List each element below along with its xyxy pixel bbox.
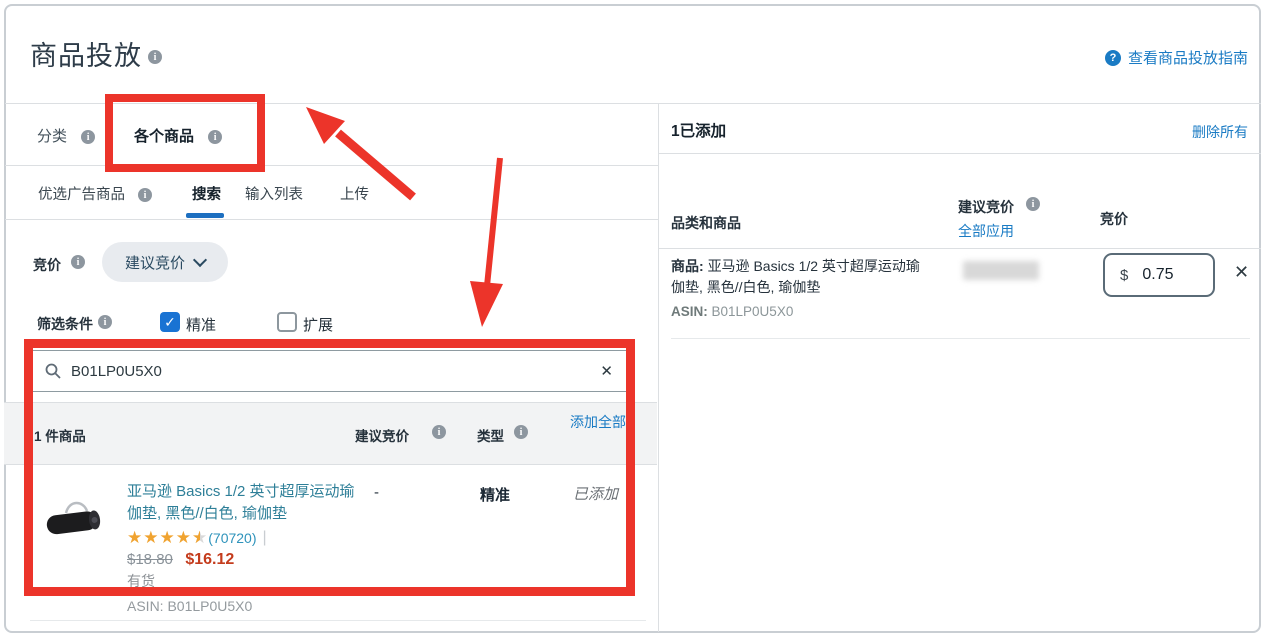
apply-all-link[interactable]: 全部应用 xyxy=(958,221,1014,241)
product-image xyxy=(42,495,106,548)
star-icon: ★ xyxy=(176,528,192,548)
added-header-divider xyxy=(659,153,1261,154)
col-bid: 竞价 xyxy=(1100,209,1128,229)
exact-checkbox[interactable]: ✓ xyxy=(160,312,180,332)
tabs-divider xyxy=(5,165,658,166)
col-type: 类型 xyxy=(477,425,504,445)
divider-bar: | xyxy=(263,529,267,547)
individual-products-info-icon[interactable]: i xyxy=(208,130,222,144)
availability: 有货 xyxy=(127,571,155,591)
product-link[interactable]: 亚马逊 Basics 1/2 英寸超厚运动瑜伽垫, 黑色//白色, 瑜伽垫 xyxy=(127,481,369,525)
price-row: $18.80 $16.12 xyxy=(127,551,234,569)
type-info-icon[interactable]: i xyxy=(514,425,528,439)
exact-label: 精准 xyxy=(186,314,216,335)
question-icon: ? xyxy=(1105,50,1121,66)
tab-individual-products[interactable]: 各个商品 i xyxy=(134,125,222,146)
bid-label: 竞价 xyxy=(33,255,61,275)
remove-all-link[interactable]: 删除所有 xyxy=(1192,122,1248,142)
guide-link[interactable]: ? 查看商品投放指南 xyxy=(1105,47,1248,68)
featured-products-info-icon[interactable]: i xyxy=(138,188,152,202)
added-item-asin: ASIN: B01LP0U5X0 xyxy=(671,304,793,319)
filter-info-icon[interactable]: i xyxy=(98,315,112,329)
product-targeting-screen: 商品投放 i ? 查看商品投放指南 分类 i 各个商品 i 优选广告商品 i 搜… xyxy=(0,0,1266,640)
redacted-suggested-bid xyxy=(963,261,1039,280)
results-header-row xyxy=(4,402,657,465)
guide-link-label: 查看商品投放指南 xyxy=(1128,47,1248,68)
row-divider xyxy=(30,620,646,621)
filter-label: 筛选条件 xyxy=(37,314,93,334)
match-type-value: 精准 xyxy=(480,484,510,505)
col-category-product: 品类和商品 xyxy=(671,213,741,233)
old-price: $18.80 xyxy=(127,551,173,568)
added-row-divider xyxy=(671,338,1250,339)
bid-input[interactable] xyxy=(1140,265,1198,285)
star-rating: ★ ★ ★ ★ ★★ (70720) | xyxy=(127,528,267,548)
subtab-enter-list[interactable]: 输入列表 xyxy=(245,183,303,204)
search-icon xyxy=(45,363,61,379)
page-title: 商品投放 xyxy=(30,34,142,73)
bid-info-icon[interactable]: i xyxy=(71,255,85,269)
added-item-prefix: 商品: xyxy=(671,258,704,274)
star-icon: ★ xyxy=(160,528,176,548)
subtab-featured-products[interactable]: 优选广告商品 i xyxy=(38,183,152,204)
results-count: 1 件商品 xyxy=(34,425,86,445)
subtab-search[interactable]: 搜索 xyxy=(192,183,221,204)
suggested-bid-dropdown[interactable]: 建议竞价 xyxy=(102,242,228,282)
panel-divider xyxy=(658,103,659,632)
title-info-icon[interactable]: i xyxy=(148,50,162,64)
star-icon: ★ xyxy=(127,528,143,548)
header-divider xyxy=(5,103,1261,104)
active-subtab-underline xyxy=(186,213,224,218)
category-info-icon[interactable]: i xyxy=(81,130,95,144)
added-columns-divider xyxy=(659,248,1261,249)
expand-label: 扩展 xyxy=(303,314,333,335)
col-suggested-bid: 建议竞价 xyxy=(355,425,409,445)
expand-checkbox[interactable] xyxy=(277,312,297,332)
bid-input-group: $ xyxy=(1103,253,1215,297)
tab-category[interactable]: 分类 i xyxy=(37,125,95,146)
star-icon: ★ xyxy=(143,528,159,548)
remove-item-icon[interactable]: ✕ xyxy=(1234,262,1249,283)
added-status: 已添加 xyxy=(573,483,618,504)
subtab-upload[interactable]: 上传 xyxy=(340,183,369,204)
search-input[interactable] xyxy=(69,362,600,381)
clear-search-icon[interactable]: ✕ xyxy=(600,362,613,380)
suggested-bid-info-icon[interactable]: i xyxy=(432,425,446,439)
added-count-header: 1已添加 xyxy=(671,119,726,141)
half-star-icon: ★★ xyxy=(192,528,208,548)
search-box: ✕ xyxy=(30,350,630,392)
currency-symbol: $ xyxy=(1120,267,1128,284)
add-all-link[interactable]: 添加全部 xyxy=(570,412,626,433)
suggested-bid-right-info-icon[interactable]: i xyxy=(1026,197,1040,211)
product-asin: ASIN: B01LP0U5X0 xyxy=(127,598,252,614)
rating-count[interactable]: (70720) xyxy=(208,530,256,546)
current-price: $16.12 xyxy=(185,551,234,568)
subtabs-divider xyxy=(5,219,658,220)
added-item-title: 商品: 亚马逊 Basics 1/2 英寸超厚运动瑜伽垫, 黑色//白色, 瑜伽… xyxy=(671,256,925,298)
col-suggested-bid-right: 建议竞价 xyxy=(958,197,1014,217)
check-icon: ✓ xyxy=(164,314,176,331)
chevron-down-icon xyxy=(193,253,207,267)
suggested-bid-value: - xyxy=(374,484,379,501)
